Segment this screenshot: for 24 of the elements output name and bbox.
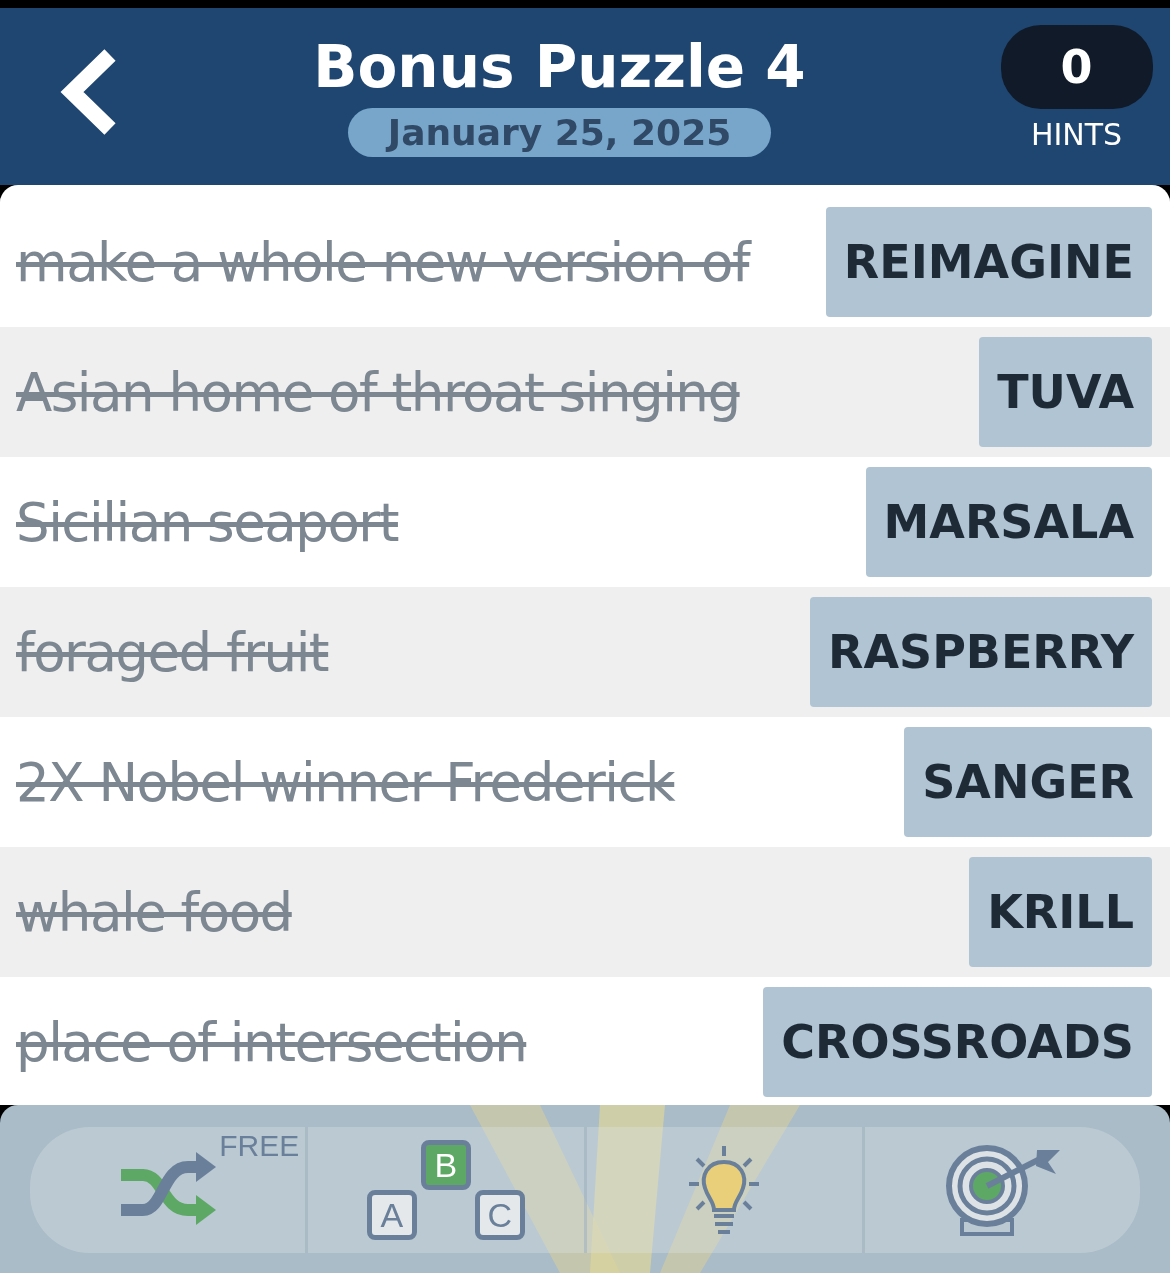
answer-tile: MARSALA (865, 467, 1152, 577)
answer-tile: REIMAGINE (825, 207, 1152, 317)
clue-text: foraged fruit (16, 621, 329, 683)
shuffle-button[interactable]: FREE (30, 1127, 309, 1253)
reveal-letter-button[interactable]: A B C (308, 1127, 587, 1253)
clue-text: make a whole new version of (16, 231, 750, 293)
answer-tile: TUVA (979, 337, 1152, 447)
answer-tile: SANGER (904, 727, 1152, 837)
clue-text: Sicilian seaport (16, 491, 398, 553)
letter-block: B (420, 1140, 471, 1190)
answer-tile: CROSSROADS (763, 987, 1152, 1097)
puzzle-title: Bonus Puzzle 4 (313, 32, 806, 103)
clue-text: whale food (16, 881, 292, 943)
hints-label: HINTS (1030, 117, 1123, 152)
date-badge: January 25, 2025 (347, 108, 772, 157)
answer-tile: RASPBERRY (810, 597, 1152, 707)
clue-text: 2X Nobel winner Frederick (16, 751, 675, 813)
clue-text: Asian home of throat singing (16, 361, 740, 423)
answer-tile: KRILL (969, 857, 1152, 967)
letter-block: A (366, 1190, 417, 1240)
hint-count[interactable]: 0 (1000, 25, 1153, 109)
free-label: FREE (219, 1129, 300, 1163)
clue-text: place of intersection (16, 1011, 527, 1073)
letter-block: C (474, 1190, 525, 1240)
